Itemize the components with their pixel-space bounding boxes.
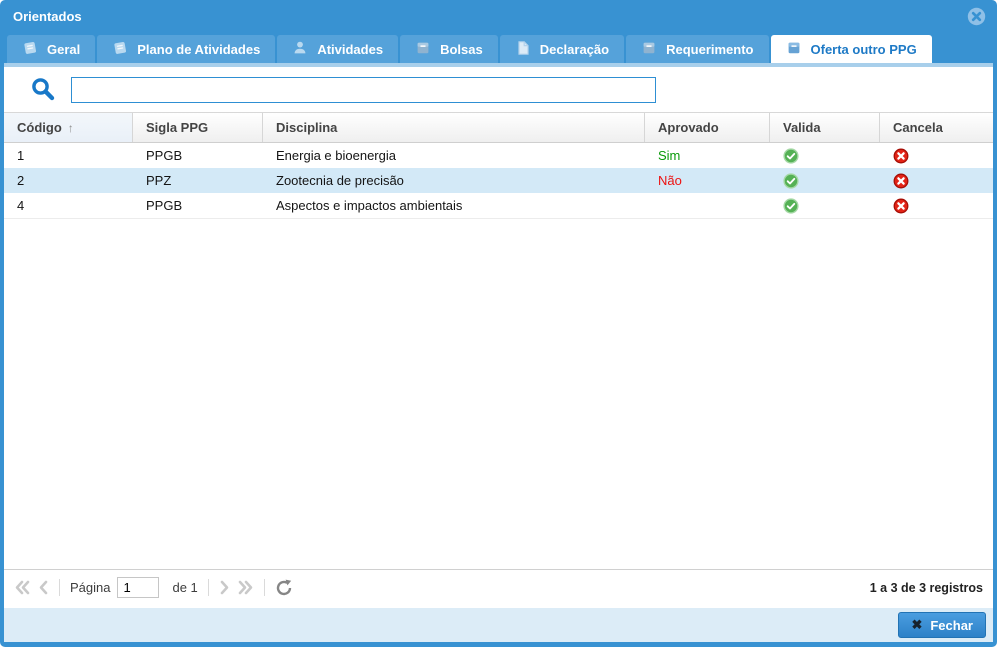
column-header-valida[interactable]: Valida [770,113,880,142]
cancel-icon[interactable] [893,173,909,189]
window-titlebar: Orientados [4,0,993,33]
cell-aprovado: Sim [645,143,770,168]
search-icon [30,76,57,103]
grid-rows: 1 PPGB Energia e bioenergia Sim 2 PPZ [4,143,993,219]
check-circle-icon[interactable] [783,173,799,189]
tab-panel-body: Código ↑ Sigla PPG Disciplina Aprovado V… [4,67,993,605]
grid-header: Código ↑ Sigla PPG Disciplina Aprovado V… [4,113,993,143]
table-row[interactable]: 4 PPGB Aspectos e impactos ambientais [4,193,993,218]
search-panel [4,67,993,113]
column-header-cancela[interactable]: Cancela [880,113,993,142]
last-page-button[interactable] [237,580,254,595]
fechar-button-label: Fechar [930,618,973,633]
page-label: Página [70,580,110,595]
cell-valida [770,193,880,218]
archive-icon [641,40,657,59]
cell-codigo: 4 [4,193,133,218]
cell-aprovado: Não [645,168,770,193]
orientados-window: Orientados Geral Plano de Atividades [0,0,997,647]
toolbar-separator [264,579,265,596]
first-page-button[interactable] [14,580,31,595]
prev-page-button[interactable] [38,580,49,595]
book-icon [22,40,38,59]
check-circle-icon[interactable] [783,148,799,164]
search-input[interactable] [71,77,656,103]
cell-aprovado [645,193,770,218]
tab-label: Requerimento [666,42,753,57]
tab-atividades[interactable]: Atividades [277,35,398,63]
tab-label: Declaração [540,42,609,57]
tab-plano-de-atividades[interactable]: Plano de Atividades [97,35,275,63]
cell-codigo: 1 [4,143,133,168]
close-x-icon: ✖ [911,617,922,633]
cancel-icon[interactable] [893,148,909,164]
table-row[interactable]: 2 PPZ Zootecnia de precisão Não [4,168,993,193]
tab-requerimento[interactable]: Requerimento [626,35,768,63]
window-footer: ✖ Fechar [4,605,993,642]
page-of-label: de 1 [172,580,197,595]
cell-disciplina: Zootecnia de precisão [263,168,645,193]
next-page-button[interactable] [219,580,230,595]
tab-label: Oferta outro PPG [811,42,917,57]
cell-sigla-ppg: PPZ [133,168,263,193]
cell-disciplina: Energia e bioenergia [263,143,645,168]
cell-cancela [880,168,993,193]
archive-icon [786,40,802,59]
column-header-sigla-ppg[interactable]: Sigla PPG [133,113,263,142]
check-circle-icon[interactable] [783,198,799,214]
tab-bolsas[interactable]: Bolsas [400,35,498,63]
tab-label: Geral [47,42,80,57]
grid-empty-area [4,219,993,569]
cell-cancela [880,143,993,168]
tab-oferta-outro-ppg[interactable]: Oferta outro PPG [771,35,932,63]
column-header-codigo[interactable]: Código ↑ [4,113,133,142]
table-row[interactable]: 1 PPGB Energia e bioenergia Sim [4,143,993,168]
cancel-icon[interactable] [893,198,909,214]
cell-codigo: 2 [4,168,133,193]
tab-declaracao[interactable]: Declaração [500,35,624,63]
cell-valida [770,143,880,168]
cell-sigla-ppg: PPGB [133,143,263,168]
paging-toolbar: Página de 1 1 a 3 de 3 registros [4,569,993,605]
tab-strip: Geral Plano de Atividades Atividades Bol… [4,33,993,63]
cell-valida [770,168,880,193]
cell-sigla-ppg: PPGB [133,193,263,218]
tab-label: Bolsas [440,42,483,57]
fechar-button[interactable]: ✖ Fechar [898,612,986,638]
tab-geral[interactable]: Geral [7,35,95,63]
cell-cancela [880,193,993,218]
column-header-disciplina[interactable]: Disciplina [263,113,645,142]
person-icon [292,40,308,59]
column-header-aprovado[interactable]: Aprovado [645,113,770,142]
page-input[interactable] [117,577,159,598]
close-icon[interactable] [967,7,986,26]
tab-label: Plano de Atividades [137,42,260,57]
archive-icon [415,40,431,59]
sort-asc-icon: ↑ [68,121,74,135]
tab-label: Atividades [317,42,383,57]
book-icon [112,40,128,59]
toolbar-separator [208,579,209,596]
document-icon [515,40,531,59]
records-count: 1 a 3 de 3 registros [870,581,983,595]
refresh-icon[interactable] [275,579,293,597]
cell-disciplina: Aspectos e impactos ambientais [263,193,645,218]
window-title: Orientados [13,9,82,24]
toolbar-separator [59,579,60,596]
